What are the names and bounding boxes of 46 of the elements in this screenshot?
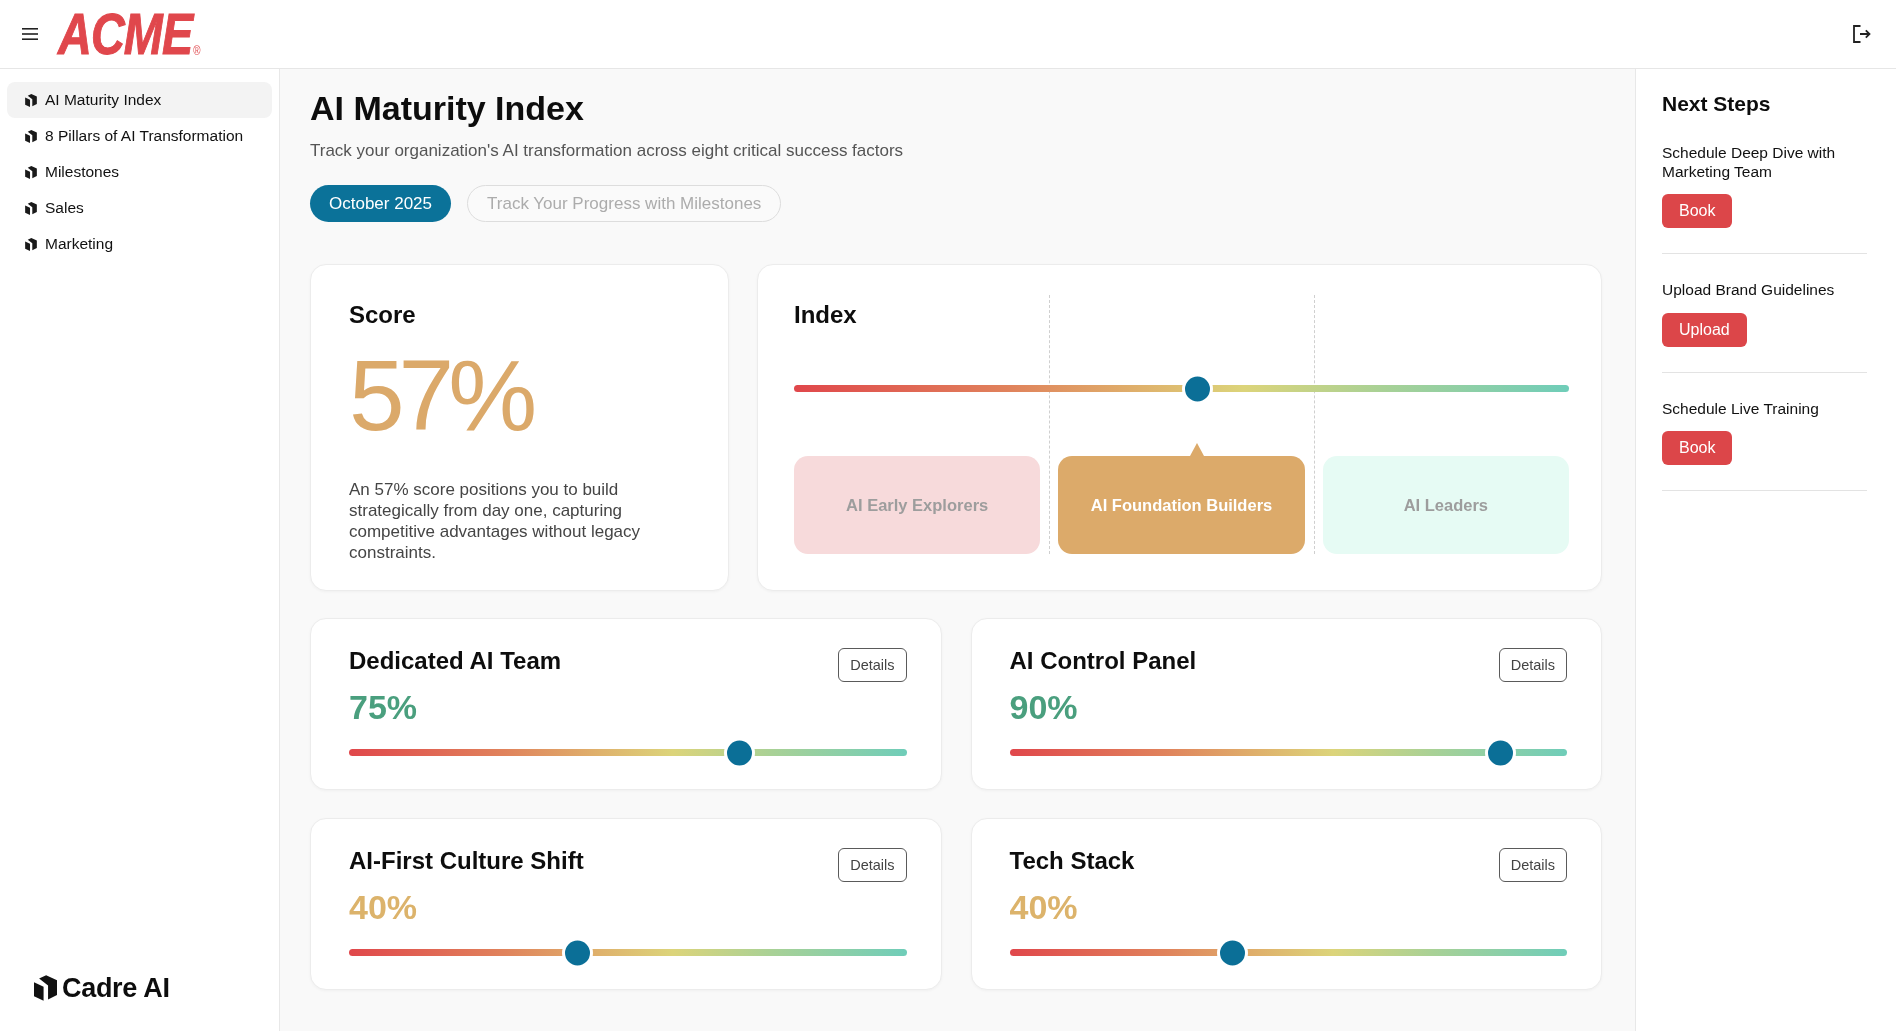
sidebar-item[interactable]: Sales <box>7 190 272 226</box>
details-button[interactable]: Details <box>1498 848 1567 882</box>
cube-icon <box>25 165 37 179</box>
step-label: Upload Brand Guidelines <box>1662 281 1836 300</box>
card-title: Dedicated AI Team <box>349 647 562 675</box>
sidebar-item[interactable]: Milestones <box>7 154 272 190</box>
logout-icon[interactable] <box>1853 25 1871 43</box>
page-title: AI Maturity Index <box>310 88 585 128</box>
metric-value: 40% <box>1009 887 1079 927</box>
metric-value: 90% <box>1009 687 1079 727</box>
card-title: Tech Stack <box>1009 847 1135 875</box>
pointer-icon <box>1190 443 1204 456</box>
action-button[interactable]: Book <box>1662 431 1733 465</box>
tier-card: AI Leaders <box>1322 456 1569 554</box>
cube-icon <box>34 975 57 1001</box>
cube-icon <box>25 237 37 251</box>
details-button[interactable]: Details <box>1498 648 1567 682</box>
card-title: Index <box>794 301 858 329</box>
details-button[interactable]: Details <box>838 648 907 682</box>
registered-mark: ® <box>193 44 201 57</box>
step-label: Schedule Deep Dive with Marketing Team <box>1662 144 1837 181</box>
tier-card: AI Early Explorers <box>794 456 1041 554</box>
details-button[interactable]: Details <box>838 848 907 882</box>
metric-value: 40% <box>349 887 419 927</box>
card-title: Score <box>349 301 417 329</box>
cube-icon <box>25 201 37 215</box>
cube-icon <box>25 93 37 107</box>
sidebar-item[interactable]: Marketing <box>7 226 272 262</box>
menu-icon[interactable] <box>22 28 38 40</box>
metric-value: 75% <box>349 687 419 727</box>
sidebar-item[interactable]: AI Maturity Index <box>7 82 272 118</box>
sidebar-item[interactable]: 8 Pillars of AI Transformation <box>7 118 272 154</box>
panel-title: Next Steps <box>1662 91 1772 117</box>
score-value: 57% <box>349 345 532 445</box>
tier-card: AI Foundation Builders <box>1058 456 1305 554</box>
action-button[interactable]: Upload <box>1662 312 1747 347</box>
brand-name: Cadre AI <box>62 972 170 1005</box>
card-title: AI Control Panel <box>1009 647 1197 675</box>
logo-wordmark: ACME <box>58 5 193 63</box>
card-title: AI-First Culture Shift <box>349 847 584 875</box>
period-button[interactable]: October 2025 <box>310 185 451 222</box>
score-description: An 57% score positions you to build strategically from day one, capturing competitive advantages without legacy constraints. <box>349 479 642 563</box>
action-button[interactable]: Book <box>1662 194 1733 228</box>
step-label: Schedule Live Training <box>1662 399 1820 418</box>
page-subtitle: Track your organization's AI transformation across eight critical success factors <box>310 140 905 162</box>
cube-icon <box>25 129 37 143</box>
